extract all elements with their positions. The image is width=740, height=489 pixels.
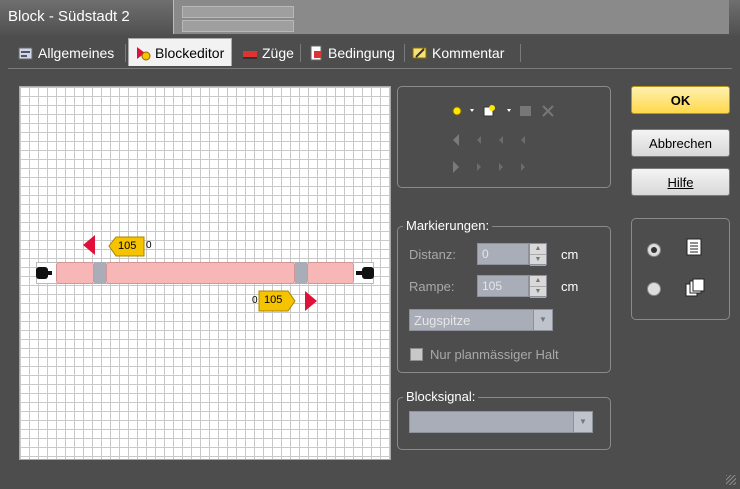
view-list-radio[interactable]: [647, 243, 661, 257]
track-gap: [94, 262, 106, 284]
tab-label: Bedingung: [328, 45, 395, 61]
markierungen-legend: Markierungen:: [403, 218, 493, 233]
zugspitze-select[interactable]: Zugspitze ▼: [409, 309, 553, 331]
tab-zuege[interactable]: Züge: [236, 40, 300, 66]
background-window: [173, 0, 729, 34]
title-bar: Block - Südstadt 2: [0, 0, 740, 36]
tab-bedingung[interactable]: Bedingung: [302, 40, 401, 66]
marker-left-offset: 0: [146, 240, 152, 251]
planmaessig-checkbox[interactable]: [410, 348, 423, 361]
add-marker-icon: [452, 106, 462, 116]
track-segment[interactable]: [106, 262, 295, 284]
settings-icon: [18, 47, 33, 60]
chevron-down-icon: ▼: [573, 412, 592, 432]
marker-right-value: 105: [264, 294, 283, 306]
ok-button[interactable]: OK: [631, 86, 730, 114]
track-end-left[interactable]: [36, 267, 48, 279]
block-editor-icon: [137, 46, 151, 60]
tab-bar: Allgemeines Blockeditor Züge Bedingung K…: [8, 38, 732, 69]
toolbar-row-3: [453, 161, 525, 173]
resize-grip[interactable]: [726, 475, 736, 485]
train-icon: [243, 51, 257, 59]
tab-label: Züge: [262, 45, 294, 61]
zugspitze-value: Zugspitze: [414, 313, 471, 328]
distanz-spinner[interactable]: ▲ ▼: [529, 243, 547, 266]
marker-left-value: 105: [118, 240, 137, 252]
tab-label: Kommentar: [432, 45, 505, 61]
track-segment[interactable]: [307, 262, 354, 284]
rampe-label: Rampe:: [409, 279, 455, 294]
distanz-label: Distanz:: [409, 247, 456, 262]
rampe-spinner[interactable]: ▲ ▼: [529, 275, 547, 298]
toolbar-row-1: [452, 105, 554, 117]
rampe-unit: cm: [561, 279, 579, 294]
blocksignal-legend: Blocksignal:: [403, 389, 479, 404]
distanz-unit: cm: [561, 247, 579, 262]
condition-icon: [310, 45, 322, 61]
tab-label: Allgemeines: [38, 45, 115, 61]
signal-flag-left[interactable]: [82, 234, 96, 256]
view-pages-radio[interactable]: [647, 282, 661, 296]
window-title: Block - Südstadt 2: [8, 8, 130, 25]
pages-view-icon: [685, 278, 705, 297]
help-button[interactable]: Hilfe: [631, 168, 730, 196]
tab-kommentar[interactable]: Kommentar: [406, 40, 510, 66]
marker-right-offset: 0: [252, 295, 258, 306]
blocksignal-select[interactable]: ▼: [409, 411, 593, 433]
comment-icon: [412, 47, 427, 59]
view-mode-group: [631, 218, 730, 320]
cancel-button[interactable]: Abbrechen: [631, 129, 730, 157]
track-gap: [295, 262, 307, 284]
chevron-down-icon: ▼: [533, 310, 552, 330]
toolbar-row-2: [453, 134, 525, 146]
rampe-input[interactable]: 105: [477, 275, 529, 297]
tab-allgemeines[interactable]: Allgemeines: [12, 40, 120, 66]
track-segment[interactable]: [56, 262, 94, 284]
tab-label: Blockeditor: [155, 44, 225, 61]
track-end-right[interactable]: [362, 267, 374, 279]
signal-flag-right[interactable]: [304, 290, 318, 312]
distanz-input[interactable]: 0: [477, 243, 529, 265]
tab-blockeditor[interactable]: Blockeditor: [128, 38, 232, 66]
planmaessig-label: Nur planmässiger Halt: [430, 347, 559, 362]
list-view-icon: [686, 238, 702, 256]
